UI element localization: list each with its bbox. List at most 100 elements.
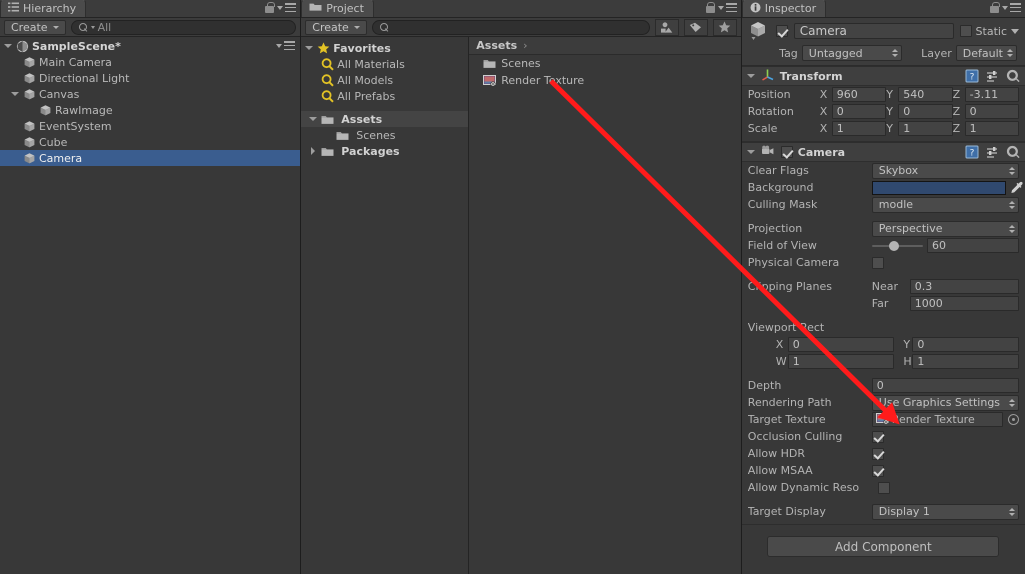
- chevron-down-icon[interactable]: [305, 44, 314, 53]
- filter-by-label-button[interactable]: [683, 18, 708, 36]
- transform-position-x-field[interactable]: 960: [831, 87, 887, 102]
- object-enabled-checkbox[interactable]: [775, 25, 788, 37]
- filter-by-type-button[interactable]: [654, 18, 679, 36]
- hierarchy-create-button[interactable]: Create: [4, 19, 66, 35]
- physical-camera-checkbox[interactable]: [871, 256, 884, 269]
- target-display-dropdown[interactable]: Display 1: [871, 503, 1019, 520]
- chevron-down-icon[interactable]: [11, 90, 20, 99]
- target-display-label: Target Display: [747, 505, 826, 518]
- lock-icon[interactable]: [705, 2, 716, 13]
- hierarchy-item-rawimage[interactable]: RawImage: [0, 102, 300, 118]
- eyedropper-icon[interactable]: [1010, 181, 1025, 195]
- hierarchy-item-main-camera[interactable]: Main Camera: [0, 54, 300, 70]
- project-search-input[interactable]: [371, 19, 650, 35]
- scene-menu-icon[interactable]: [276, 41, 296, 50]
- hierarchy-item-cube[interactable]: Cube: [0, 134, 300, 150]
- favorite-item-all-models[interactable]: All Models: [301, 72, 468, 88]
- depth-field[interactable]: 0: [871, 378, 1019, 393]
- viewport-y-field[interactable]: 0: [912, 337, 1020, 352]
- project-create-button[interactable]: Create: [305, 19, 367, 35]
- viewport-w-field[interactable]: 1: [787, 354, 895, 369]
- hierarchy-scene-row[interactable]: SampleScene*: [0, 38, 300, 54]
- tab-inspector[interactable]: Inspector: [741, 0, 827, 17]
- transform-header[interactable]: Transform ?: [741, 67, 1025, 86]
- value: 0: [903, 105, 911, 118]
- tab-project[interactable]: Project: [301, 0, 374, 17]
- near-field[interactable]: 0.3: [909, 279, 1019, 294]
- project-tree-item-assets[interactable]: Assets: [301, 111, 469, 127]
- gear-icon[interactable]: [1006, 69, 1020, 83]
- static-toggle[interactable]: Static: [959, 25, 1019, 38]
- camera-enabled-checkbox[interactable]: [780, 146, 793, 158]
- inspector-menu-icon[interactable]: [1002, 3, 1021, 12]
- asset-item-scenes[interactable]: Scenes: [469, 55, 741, 72]
- hierarchy-item-directional-light[interactable]: Directional Light: [0, 70, 300, 86]
- object-name-field[interactable]: Camera: [793, 23, 954, 39]
- gear-icon[interactable]: [1006, 145, 1020, 159]
- help-icon[interactable]: ?: [965, 69, 979, 83]
- camera-header[interactable]: Camera ?: [741, 143, 1025, 162]
- hierarchy-menu-icon[interactable]: [277, 3, 297, 12]
- tab-inspector-label: Inspector: [764, 2, 817, 15]
- clear-flags-dropdown[interactable]: Skybox: [871, 162, 1019, 179]
- project-tree-item-scenes[interactable]: Scenes: [301, 127, 468, 143]
- preset-icon[interactable]: [986, 146, 999, 159]
- allow-msaa-checkbox[interactable]: [871, 464, 884, 477]
- target-texture-field[interactable]: Render Texture: [871, 412, 1003, 427]
- chevron-right-icon[interactable]: [309, 147, 318, 156]
- viewport-h-field[interactable]: 1: [912, 354, 1020, 369]
- breadcrumb: Assets ›: [469, 37, 741, 55]
- rendering-path-dropdown[interactable]: Use Graphics Settings: [871, 394, 1019, 411]
- transform-rotation-z-field[interactable]: 0: [964, 104, 1020, 119]
- allow-dynamic-resolution-row: Allow Dynamic Reso: [742, 479, 1025, 496]
- transform-position-z-field[interactable]: -3.11: [964, 87, 1020, 102]
- tag-dropdown[interactable]: Untagged: [801, 45, 902, 61]
- favorite-item-all-prefabs[interactable]: All Prefabs: [301, 88, 468, 104]
- projection-dropdown[interactable]: Perspective: [871, 220, 1019, 237]
- hierarchy-search-input[interactable]: All: [70, 19, 297, 35]
- chevron-down-icon[interactable]: [746, 72, 756, 81]
- transform-scale-z-field[interactable]: 1: [964, 121, 1020, 136]
- fov-slider-knob[interactable]: [888, 240, 899, 251]
- far-field[interactable]: 1000: [909, 296, 1019, 311]
- viewport-x-field[interactable]: 0: [787, 337, 895, 352]
- allow-dynamic-resolution-checkbox[interactable]: [877, 481, 890, 494]
- fov-slider[interactable]: [871, 240, 927, 251]
- layer-dropdown[interactable]: Default: [955, 45, 1017, 61]
- transform-rotation-y-field[interactable]: 0: [898, 104, 953, 119]
- asset-item-render-texture[interactable]: Render Texture: [469, 72, 741, 89]
- preset-icon[interactable]: [986, 70, 999, 83]
- project-favorites-header[interactable]: Favorites: [301, 40, 468, 56]
- chevron-down-icon[interactable]: [1011, 28, 1019, 34]
- hierarchy-item-canvas[interactable]: Canvas: [0, 86, 300, 102]
- hierarchy-item-eventsystem[interactable]: EventSystem: [0, 118, 300, 134]
- breadcrumb-root[interactable]: Assets: [476, 39, 517, 52]
- value: 1: [903, 122, 911, 135]
- occlusion-culling-checkbox[interactable]: [871, 430, 884, 443]
- project-create-label: Create: [312, 20, 349, 34]
- chevron-down-icon[interactable]: [746, 148, 756, 157]
- project-menu-icon[interactable]: [717, 3, 737, 12]
- static-checkbox[interactable]: [959, 25, 972, 37]
- culling-mask-dropdown[interactable]: modle: [871, 196, 1019, 213]
- add-component-button[interactable]: Add Component: [767, 536, 1000, 557]
- transform-scale-label: Scale: [747, 122, 778, 135]
- chevron-down-icon[interactable]: [4, 42, 13, 51]
- fov-field[interactable]: 60: [927, 238, 1019, 253]
- favorite-item-all-materials[interactable]: All Materials: [301, 56, 468, 72]
- transform-scale-x-field[interactable]: 1: [831, 121, 887, 136]
- transform-position-y-field[interactable]: 540: [898, 87, 953, 102]
- background-color-swatch[interactable]: [871, 180, 1006, 195]
- lock-icon[interactable]: [265, 2, 275, 13]
- lock-icon[interactable]: [990, 2, 1000, 13]
- filter-by-favorite-button[interactable]: [712, 18, 737, 36]
- transform-rotation-x-field[interactable]: 0: [831, 104, 887, 119]
- project-tree-item-packages[interactable]: Packages: [301, 143, 468, 159]
- chevron-down-icon[interactable]: [309, 115, 318, 124]
- hierarchy-item-camera[interactable]: Camera: [0, 150, 301, 166]
- help-icon[interactable]: ?: [965, 145, 979, 159]
- tab-hierarchy[interactable]: Hierarchy: [0, 0, 87, 17]
- target-texture-picker-icon[interactable]: [1008, 414, 1019, 425]
- allow-hdr-checkbox[interactable]: [871, 447, 884, 460]
- transform-scale-y-field[interactable]: 1: [898, 121, 953, 136]
